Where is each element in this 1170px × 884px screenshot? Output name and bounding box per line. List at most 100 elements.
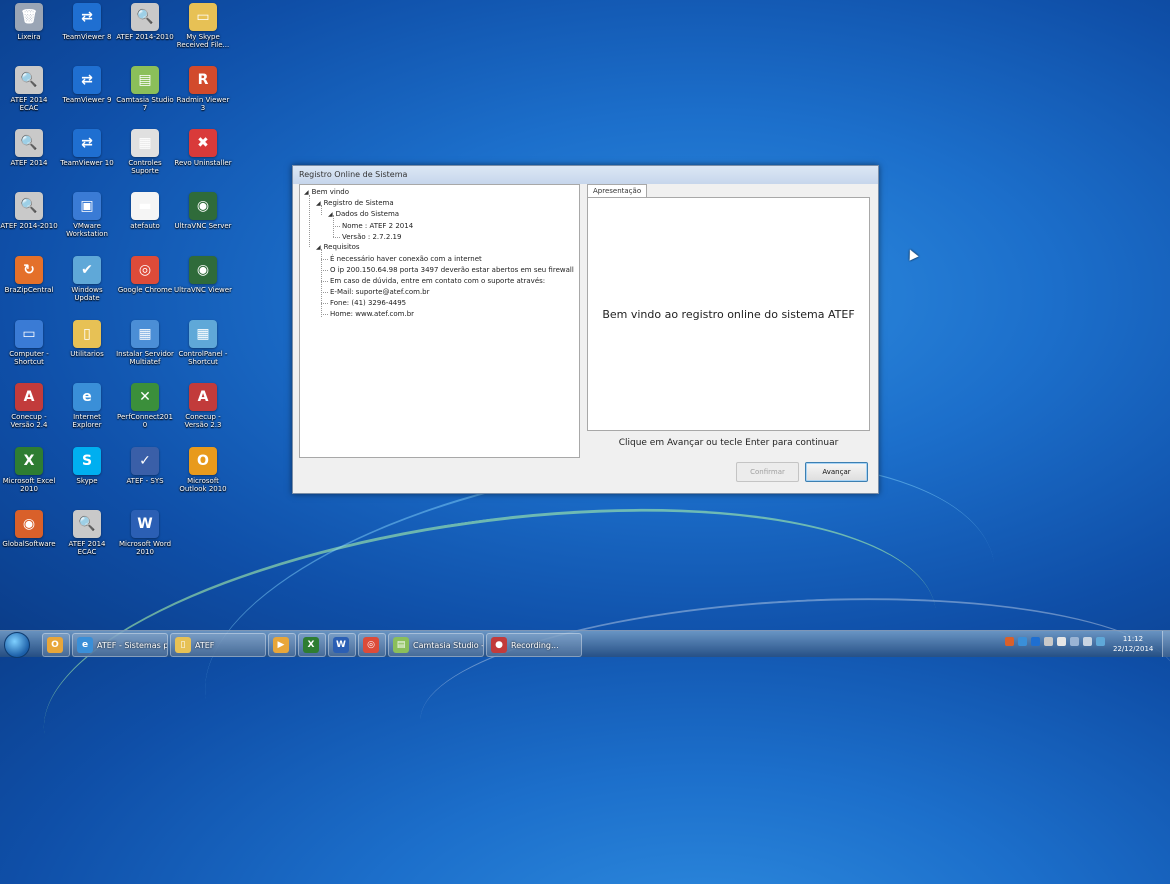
desktop-icon[interactable]: A Conecup - Versão 2.3 bbox=[174, 383, 232, 429]
desktop-icon[interactable]: 🗑 Lixeira bbox=[0, 3, 58, 41]
desktop-icon[interactable]: W Microsoft Word 2010 bbox=[116, 510, 174, 556]
expand-triangle-icon[interactable]: ◢ bbox=[316, 244, 321, 251]
desktop-icon[interactable]: ⇄ TeamViewer 8 bbox=[58, 3, 116, 41]
desktop-icon-label: Conecup - Versão 2.3 bbox=[184, 413, 222, 429]
taskbar-app-icon: ▯ bbox=[175, 637, 191, 653]
app-icon: 🔍 bbox=[73, 510, 101, 538]
desktop-icon[interactable]: X Microsoft Excel 2010 bbox=[0, 447, 58, 493]
desktop-icon[interactable]: e Internet Explorer bbox=[58, 383, 116, 429]
tree-node-requisitos[interactable]: ◢ Requisitos bbox=[316, 242, 360, 253]
tray-icon[interactable] bbox=[1018, 637, 1027, 646]
tree-node-req[interactable]: É necessário haver conexão com a interne… bbox=[330, 254, 482, 264]
tray-icon[interactable] bbox=[1044, 637, 1053, 646]
app-icon: ◉ bbox=[189, 192, 217, 220]
desktop-icon[interactable]: 🔍 ATEF 2014 bbox=[0, 129, 58, 167]
tree-node-req[interactable]: O ip 200.150.64.98 porta 3497 deverão es… bbox=[330, 265, 574, 275]
tree-node-req[interactable]: Home: www.atef.com.br bbox=[330, 309, 414, 319]
network-icon[interactable] bbox=[1070, 637, 1079, 646]
expand-triangle-icon[interactable]: ◢ bbox=[328, 211, 333, 218]
app-icon: ⇄ bbox=[73, 3, 101, 31]
desktop-icon-label: My Skype Received File... bbox=[176, 33, 230, 49]
tree-node-req[interactable]: Fone: (41) 3296-4495 bbox=[330, 298, 406, 308]
start-button[interactable] bbox=[4, 632, 30, 658]
desktop-icon-label: ATEF 2014-2010 bbox=[116, 33, 174, 41]
expand-triangle-icon[interactable]: ◢ bbox=[304, 189, 309, 196]
continue-hint: Clique em Avançar ou tecle Enter para co… bbox=[618, 438, 839, 448]
desktop-icon[interactable]: ▦ Controles Suporte bbox=[116, 129, 174, 175]
taskbar-app-icon: W bbox=[333, 637, 349, 653]
desktop-icon-label: atefauto bbox=[130, 222, 160, 230]
desktop-icon[interactable]: R Radmin Viewer 3 bbox=[174, 66, 232, 112]
registration-dialog: Registro Online de Sistema ◢ Bem vindo ◢ R… bbox=[292, 165, 879, 494]
clock[interactable]: 11:12 22/12/2014 bbox=[1113, 634, 1153, 654]
tree-node-versao[interactable]: Versão : 2.7.2.19 bbox=[342, 232, 401, 242]
confirm-button[interactable]: Confirmar bbox=[736, 462, 799, 482]
desktop-icon[interactable]: ⇄ TeamViewer 10 bbox=[58, 129, 116, 167]
tree-node-req[interactable]: E-Mail: suporte@atef.com.br bbox=[330, 287, 430, 297]
app-icon: 🔍 bbox=[15, 66, 43, 94]
tree-node-dados[interactable]: ◢ Dados do Sistema bbox=[328, 209, 399, 220]
desktop-icon[interactable]: ↻ BraZipCentral bbox=[0, 256, 58, 294]
app-icon: 🗑 bbox=[15, 3, 43, 31]
desktop-icon[interactable]: ▣ VMware Workstation bbox=[58, 192, 116, 238]
welcome-message: Bem vindo ao registro online do sistema … bbox=[602, 307, 855, 321]
desktop-icon-label: ATEF 2014-2010 bbox=[0, 222, 58, 230]
tray-icon[interactable] bbox=[1005, 637, 1014, 646]
taskbar-item[interactable]: ▤ Camtasia Studio -... bbox=[388, 633, 484, 657]
tab-apresentacao[interactable]: Apresentação bbox=[587, 184, 648, 198]
desktop-icon-label: GlobalSoftware bbox=[2, 540, 56, 548]
desktop-icon[interactable]: 🔍 ATEF 2014-2010 bbox=[116, 3, 174, 41]
tray-icon[interactable] bbox=[1096, 637, 1105, 646]
tray-icon[interactable] bbox=[1031, 637, 1040, 646]
taskbar-item[interactable]: ● Recording... bbox=[486, 633, 582, 657]
app-icon: A bbox=[189, 383, 217, 411]
show-desktop-button[interactable] bbox=[1162, 631, 1170, 657]
desktop-icon[interactable]: A Conecup - Versão 2.4 bbox=[0, 383, 58, 429]
taskbar-item[interactable]: ▯ ATEF bbox=[170, 633, 266, 657]
app-icon: ▦ bbox=[131, 129, 159, 157]
desktop-icon[interactable]: ✖ Revo Uninstaller bbox=[174, 129, 232, 167]
desktop-icon[interactable]: 🔍 ATEF 2014 ECAC bbox=[0, 66, 58, 112]
desktop-icon[interactable]: ▦ Instalar Servidor Multiatef bbox=[116, 320, 174, 366]
desktop-icon[interactable]: 🔍 ATEF 2014-2010 bbox=[0, 192, 58, 230]
tree-node-req[interactable]: Em caso de dúvida, entre em contato com … bbox=[330, 276, 545, 286]
tree-node-nome[interactable]: Nome : ATEF 2 2014 bbox=[342, 221, 413, 231]
desktop-icon[interactable]: ▤ Camtasia Studio 7 bbox=[116, 66, 174, 112]
tab-content: Bem vindo ao registro online do sistema … bbox=[587, 197, 870, 431]
next-button[interactable]: Avançar bbox=[805, 462, 868, 482]
taskbar-item[interactable]: X bbox=[298, 633, 326, 657]
desktop-icon[interactable]: ✕ PerfConnect2010 bbox=[116, 383, 174, 429]
taskbar-item[interactable]: ◎ bbox=[358, 633, 386, 657]
taskbar-item[interactable]: O bbox=[42, 633, 70, 657]
taskbar-item[interactable]: e ATEF - Sistemas p... bbox=[72, 633, 168, 657]
desktop-icon-label: Radmin Viewer 3 bbox=[176, 96, 230, 112]
taskbar-item[interactable]: ▶ bbox=[268, 633, 296, 657]
desktop-icon[interactable]: ✔ Windows Update bbox=[58, 256, 116, 302]
desktop-icon[interactable]: 🔍 ATEF 2014 ECAC bbox=[58, 510, 116, 556]
desktop-icon[interactable]: ▭ My Skype Received File... bbox=[174, 3, 232, 49]
tree-node-registro[interactable]: ◢ Registro de Sistema bbox=[316, 198, 394, 209]
desktop-icon[interactable]: ◉ UltraVNC Viewer bbox=[174, 256, 232, 294]
wallpaper-swoosh bbox=[415, 580, 1170, 822]
tree-node-bem-vindo[interactable]: ◢ Bem vindo bbox=[304, 187, 349, 198]
volume-icon[interactable] bbox=[1083, 637, 1092, 646]
app-icon: ▬ bbox=[131, 192, 159, 220]
desktop-icon[interactable]: ⇄ TeamViewer 9 bbox=[58, 66, 116, 104]
desktop-icon-label: Computer - Shortcut bbox=[9, 350, 49, 366]
desktop-icon[interactable]: ◎ Google Chrome bbox=[116, 256, 174, 294]
app-icon: 🔍 bbox=[15, 192, 43, 220]
desktop-icon[interactable]: ▭ Computer - Shortcut bbox=[0, 320, 58, 366]
desktop-icon[interactable]: ▦ ControlPanel - Shortcut bbox=[174, 320, 232, 366]
app-icon: W bbox=[131, 510, 159, 538]
expand-triangle-icon[interactable]: ◢ bbox=[316, 200, 321, 207]
desktop-icon[interactable]: S Skype bbox=[58, 447, 116, 485]
desktop-icon[interactable]: ◉ UltraVNC Server bbox=[174, 192, 232, 230]
desktop-icon[interactable]: ✓ ATEF - SYS bbox=[116, 447, 174, 485]
taskbar-item[interactable]: W bbox=[328, 633, 356, 657]
desktop-icon[interactable]: O Microsoft Outlook 2010 bbox=[174, 447, 232, 493]
flag-icon[interactable] bbox=[1057, 637, 1066, 646]
desktop-icon-label: BraZipCentral bbox=[4, 286, 54, 294]
desktop-icon[interactable]: ◉ GlobalSoftware bbox=[0, 510, 58, 548]
desktop-icon[interactable]: ▬ atefauto bbox=[116, 192, 174, 230]
desktop-icon[interactable]: ▯ Utilitarios bbox=[58, 320, 116, 358]
